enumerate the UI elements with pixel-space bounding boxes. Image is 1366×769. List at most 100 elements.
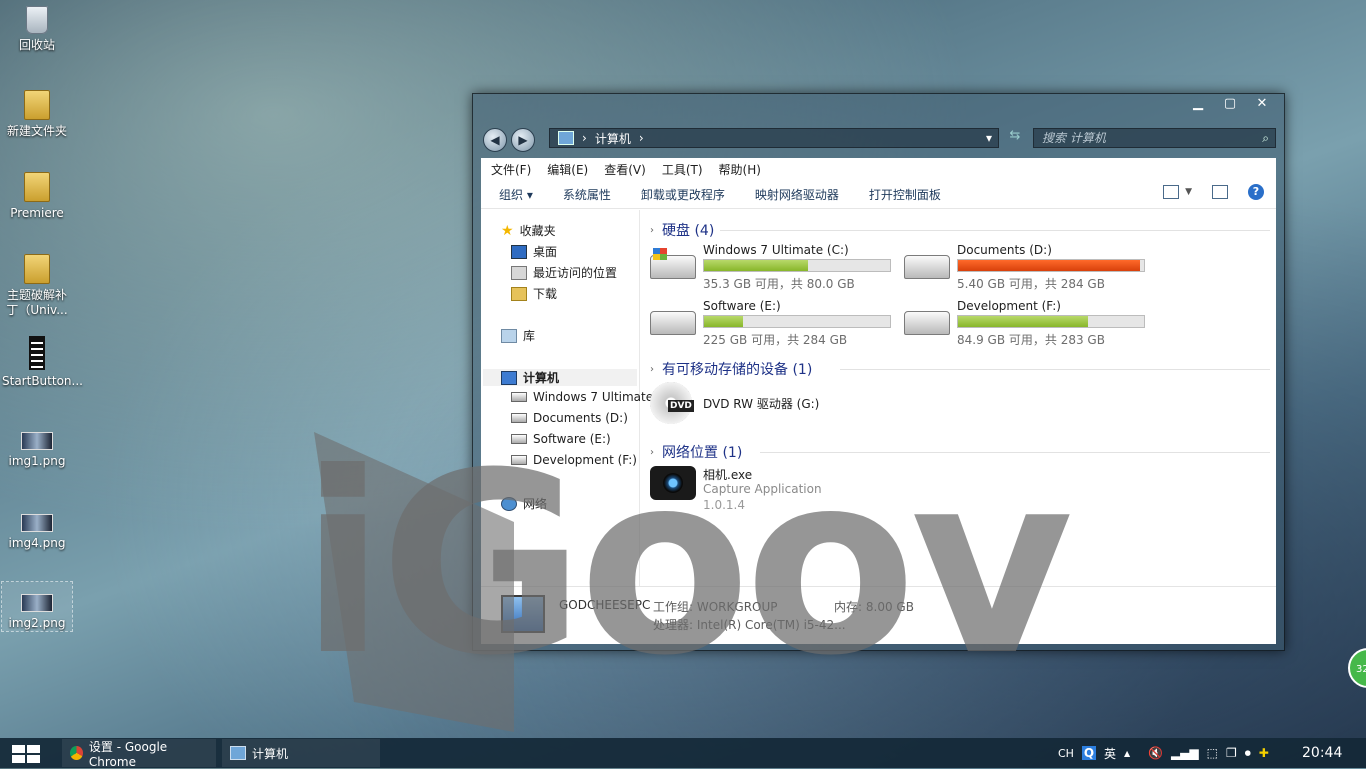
start-button[interactable] bbox=[12, 745, 40, 763]
copy-icon[interactable]: ❐ bbox=[1226, 746, 1237, 760]
desktop-icon-new-folder[interactable]: 新建文件夹 bbox=[2, 90, 72, 139]
desktop-icon-premiere[interactable]: Premiere bbox=[2, 172, 72, 221]
section-network[interactable]: › 网络位置 (1) bbox=[650, 442, 742, 462]
image-icon bbox=[21, 594, 53, 612]
record-icon[interactable]: ⏺ bbox=[1245, 746, 1251, 761]
drive-f[interactable]: Development (F:) 84.9 GB 可用，共 283 GB bbox=[902, 299, 1156, 349]
nav-label: 库 bbox=[523, 329, 536, 343]
task-label: 计算机 bbox=[252, 746, 289, 761]
menu-view[interactable]: 查看(V) bbox=[604, 161, 646, 178]
desktop-icon-img1[interactable]: img1.png bbox=[2, 420, 72, 469]
nav-drive-e[interactable]: Software (E:) bbox=[511, 432, 611, 446]
chevron-down-icon[interactable]: ▼ bbox=[1185, 187, 1192, 197]
drive-d[interactable]: Documents (D:) 5.40 GB 可用，共 284 GB bbox=[902, 243, 1156, 293]
section-removable[interactable]: › 有可移动存储的设备 (1) bbox=[650, 359, 812, 379]
desktop-icon-theme-patch[interactable]: 主题破解补丁（Univ... bbox=[2, 254, 72, 318]
drive-dvd[interactable]: DVD DVD RW 驱动器 (G:) bbox=[648, 382, 902, 432]
menu-edit[interactable]: 编辑(E) bbox=[547, 161, 588, 178]
recent-places-icon bbox=[511, 265, 527, 280]
film-icon bbox=[29, 336, 45, 370]
nav-label: Documents (D:) bbox=[533, 411, 628, 425]
close-button[interactable]: ✕ bbox=[1254, 96, 1270, 111]
nav-drive-c[interactable]: Windows 7 Ultimate bbox=[511, 390, 653, 404]
drive-usage-bar bbox=[957, 259, 1145, 272]
folder-icon bbox=[511, 286, 527, 301]
desktop-icon-img4[interactable]: img4.png bbox=[2, 502, 72, 551]
menu-bar: 文件(F) 编辑(E) 查看(V) 工具(T) 帮助(H) bbox=[481, 158, 1276, 180]
add-icon[interactable]: ✚ bbox=[1259, 746, 1269, 760]
nav-computer[interactable]: 计算机 bbox=[483, 369, 637, 386]
maximize-button[interactable]: ▢ bbox=[1222, 96, 1238, 111]
drive-usage-fill bbox=[704, 316, 744, 327]
nav-recent[interactable]: 最近访问的位置 bbox=[511, 264, 617, 281]
nav-downloads[interactable]: 下载 bbox=[511, 285, 557, 302]
desktop-icon-startbutton[interactable]: StartButton... bbox=[2, 336, 83, 389]
desktop-icon-label: 主题破解补丁（Univ... bbox=[6, 288, 68, 317]
nav-network[interactable]: 网络 bbox=[501, 495, 547, 512]
drive-name: DVD RW 驱动器 (G:) bbox=[703, 397, 820, 411]
address-bar[interactable]: › 计算机 › ▾ bbox=[549, 128, 999, 148]
preview-pane-icon[interactable] bbox=[1212, 185, 1228, 199]
ime-mode[interactable]: 英 bbox=[1104, 745, 1116, 762]
map-network-drive-button[interactable]: 映射网络驱动器 bbox=[755, 186, 839, 203]
pc-name: GODCHEESEPC bbox=[559, 598, 651, 612]
nav-favorites[interactable]: ★ 收藏夹 bbox=[501, 222, 556, 239]
network-item-version: 1.0.1.4 bbox=[703, 498, 745, 512]
desktop-icon-recycle-bin[interactable]: 回收站 bbox=[2, 6, 72, 53]
task-label: 设置 - Google Chrome bbox=[88, 739, 168, 769]
chevron-up-icon[interactable]: ▲ bbox=[1124, 749, 1130, 758]
nav-label: 网络 bbox=[523, 497, 548, 511]
task-chrome[interactable]: 设置 - Google Chrome bbox=[62, 739, 216, 769]
system-properties-button[interactable]: 系统属性 bbox=[563, 186, 611, 203]
ime-q-icon[interactable]: Q bbox=[1081, 746, 1096, 760]
folder-icon bbox=[24, 172, 50, 202]
minimize-button[interactable]: ▁ bbox=[1190, 96, 1206, 111]
back-button[interactable]: ◀ bbox=[483, 128, 507, 152]
chevron-right-icon: › bbox=[650, 224, 654, 236]
caption-buttons: ▁ ▢ ✕ bbox=[1190, 96, 1270, 111]
computer-icon bbox=[558, 131, 574, 145]
chevron-down-icon[interactable]: ▾ bbox=[986, 131, 992, 145]
search-icon[interactable]: ⌕ bbox=[1262, 129, 1269, 147]
drive-e[interactable]: Software (E:) 225 GB 可用，共 284 GB bbox=[648, 299, 902, 349]
desktop-icon-label: img4.png bbox=[8, 536, 66, 550]
gauge-widget[interactable]: 32 bbox=[1348, 648, 1366, 688]
workgroup-label: 工作组: bbox=[653, 600, 694, 614]
drive-c[interactable]: Windows 7 Ultimate (C:) 35.3 GB 可用，共 80.… bbox=[648, 243, 902, 293]
search-input[interactable]: 搜索 计算机 ⌕ bbox=[1033, 128, 1276, 148]
signal-icon[interactable]: ▂▄▆ bbox=[1171, 746, 1199, 760]
camera-icon bbox=[650, 466, 696, 500]
nav-drive-f[interactable]: Development (F:) bbox=[511, 453, 637, 467]
image-icon bbox=[21, 514, 53, 532]
nav-libraries[interactable]: 库 bbox=[501, 327, 535, 344]
menu-help[interactable]: 帮助(H) bbox=[719, 161, 761, 178]
nav-drive-d[interactable]: Documents (D:) bbox=[511, 411, 628, 425]
help-icon[interactable]: ? bbox=[1248, 184, 1264, 200]
refresh-icon[interactable]: ⇆ bbox=[1004, 128, 1026, 148]
organize-button[interactable]: 组织 ▾ bbox=[499, 186, 533, 203]
open-control-panel-button[interactable]: 打开控制面板 bbox=[869, 186, 941, 203]
memory: 内存: 8.00 GB bbox=[834, 598, 914, 615]
breadcrumb-computer[interactable]: 计算机 bbox=[595, 130, 631, 147]
tray-icons: 🔇 ▂▄▆ ⬚ ❐ ⏺ ✚ bbox=[1148, 738, 1269, 768]
section-hard-drives[interactable]: › 硬盘 (4) bbox=[650, 220, 714, 240]
nav-label: 下载 bbox=[533, 287, 558, 301]
usb-icon[interactable]: ⬚ bbox=[1207, 746, 1218, 760]
volume-muted-icon[interactable]: 🔇 bbox=[1148, 746, 1163, 760]
address-separator: › bbox=[582, 131, 587, 145]
lang-indicator[interactable]: CH bbox=[1058, 747, 1074, 760]
forward-button[interactable]: ▶ bbox=[511, 128, 535, 152]
desktop-icon-img2[interactable]: img2.png bbox=[1, 581, 73, 632]
task-computer[interactable]: 计算机 bbox=[222, 739, 380, 767]
menu-tools[interactable]: 工具(T) bbox=[662, 161, 703, 178]
memory-value: 8.00 GB bbox=[865, 600, 914, 614]
nav-desktop[interactable]: 桌面 bbox=[511, 243, 557, 260]
menu-file[interactable]: 文件(F) bbox=[491, 161, 531, 178]
uninstall-program-button[interactable]: 卸载或更改程序 bbox=[641, 186, 725, 203]
change-view-icon[interactable] bbox=[1163, 185, 1180, 199]
network-item-camera[interactable]: 相机.exe Capture Application 1.0.1.4 bbox=[648, 466, 902, 516]
clock[interactable]: 20:44 bbox=[1302, 738, 1342, 768]
drive-free-text: 5.40 GB 可用，共 284 GB bbox=[957, 277, 1105, 291]
explorer-window: ▁ ▢ ✕ ◀ ▶ › 计算机 › ▾ ⇆ 搜索 计算机 ⌕ 文件(F) 编辑(… bbox=[472, 93, 1285, 651]
section-title: 有可移动存储的设备 (1) bbox=[662, 362, 813, 378]
